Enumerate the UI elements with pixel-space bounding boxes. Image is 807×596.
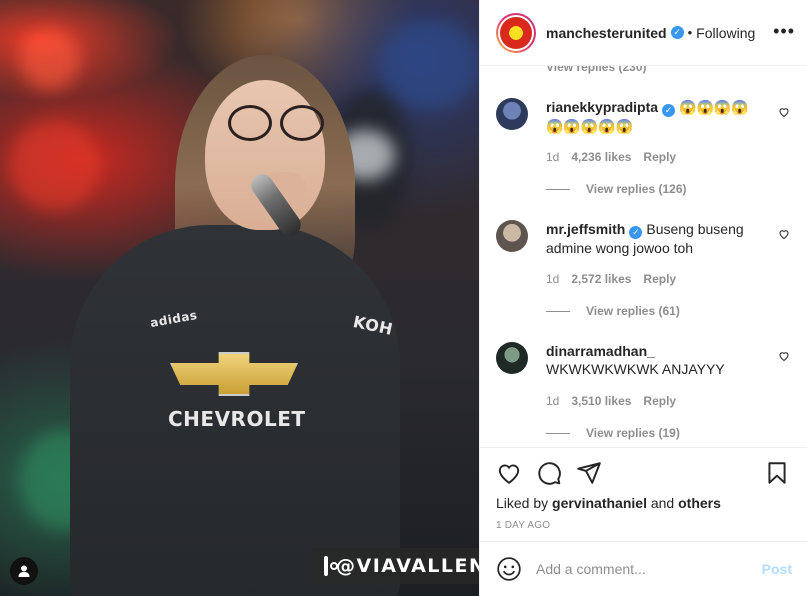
comment-age[interactable]: 1d (546, 272, 559, 286)
bokeh-light (380, 20, 479, 110)
commenter-avatar[interactable] (496, 220, 528, 252)
header-separator: • (687, 25, 693, 40)
liked-by-text: Liked by gervinathaniel and others (496, 495, 721, 511)
comment-meta: 1d 3,510 likes Reply (546, 394, 676, 408)
save-bookmark-icon[interactable] (764, 460, 790, 486)
view-replies-label: View replies (126) (586, 182, 687, 196)
comment-body: mr.jeffsmith ✓ Buseng buseng admine wong j… (546, 220, 766, 257)
comment-username[interactable]: dinarramadhan_ (546, 343, 655, 359)
like-heart-icon[interactable] (496, 460, 522, 486)
verified-badge-icon: ✓ (670, 26, 684, 39)
comment-likes[interactable]: 3,510 likes (571, 394, 631, 408)
post-timestamp[interactable]: 1 DAY AGO (496, 520, 550, 531)
emoji-icon[interactable] (496, 556, 522, 582)
shirt-sponsor-text: CHEVROLET (168, 407, 306, 431)
share-send-icon[interactable] (576, 460, 602, 486)
like-comment-heart-icon[interactable] (778, 106, 790, 118)
view-replies-button[interactable]: View replies (61) (546, 304, 680, 318)
view-replies-label: View replies (19) (586, 426, 680, 440)
instagram-icon (324, 556, 338, 576)
tagged-users-button[interactable] (10, 557, 38, 585)
add-comment-bar: Post (480, 541, 807, 596)
verified-badge-icon: ✓ (662, 104, 676, 117)
comment-item: mr.jeffsmith ✓ Buseng buseng admine wong j… (496, 220, 796, 330)
replies-divider (546, 188, 570, 190)
user-icon (18, 565, 30, 577)
bokeh-light (10, 120, 100, 210)
view-replies-button[interactable]: View replies (126) (546, 182, 687, 196)
reply-button[interactable]: Reply (643, 394, 676, 408)
reply-button[interactable]: Reply (643, 150, 676, 164)
bokeh-light (20, 30, 80, 90)
view-replies-partial[interactable]: View replies (230) (546, 66, 647, 74)
comment-likes[interactable]: 4,236 likes (571, 150, 631, 164)
comment-body: dinarramadhan_ WKWKWKWKWK ANJAYYY (546, 342, 766, 378)
comment-meta: 1d 4,236 likes Reply (546, 150, 676, 164)
post-sidebar: manchesterunited ✓ • Following ••• View … (479, 0, 807, 596)
comment-username[interactable]: rianekkypradipta (546, 99, 658, 115)
replies-divider (546, 310, 570, 312)
comment-bubble-icon[interactable] (536, 460, 562, 486)
liked-by-others[interactable]: others (678, 495, 721, 511)
more-options-icon[interactable]: ••• (773, 22, 795, 40)
post-actions: Liked by gervinathaniel and others 1 DAY… (480, 447, 807, 541)
profile-avatar[interactable] (496, 12, 536, 53)
header-username[interactable]: manchesterunited (546, 25, 667, 41)
avatar-inner (498, 14, 534, 51)
comment-meta: 1d 2,572 likes Reply (546, 272, 676, 286)
post-image[interactable]: CHEVROLET adidas KOH @VIAVALLEN (0, 0, 479, 596)
comment-input[interactable] (536, 561, 754, 577)
comment-age[interactable]: 1d (546, 394, 559, 408)
post-comment-button[interactable]: Post (762, 561, 792, 577)
liked-by-and: and (650, 495, 675, 511)
verified-badge-icon: ✓ (629, 226, 643, 239)
replies-divider (546, 432, 570, 434)
glasses-right (280, 105, 324, 141)
following-button[interactable]: Following (696, 25, 755, 41)
like-comment-heart-icon[interactable] (778, 228, 790, 240)
comment-age[interactable]: 1d (546, 150, 559, 164)
comment-username[interactable]: mr.jeffsmith (546, 221, 625, 237)
reply-button[interactable]: Reply (643, 272, 676, 286)
manchester-united-crest-icon (500, 16, 532, 49)
view-replies-label: View replies (61) (586, 304, 680, 318)
view-replies-button[interactable]: View replies (19) (546, 426, 680, 440)
liked-by-user[interactable]: gervinathaniel (552, 495, 647, 511)
liked-by-prefix: Liked by (496, 495, 549, 511)
post-header: manchesterunited ✓ • Following ••• (480, 0, 807, 66)
comment-body: rianekkypradipta ✓ 😱😱😱😱😱😱😱😱😱 (546, 98, 766, 135)
comments-list[interactable]: View replies (230) rianekkypradipta ✓ 😱😱😱😱… (480, 66, 807, 447)
commenter-avatar[interactable] (496, 342, 528, 374)
comment-item: dinarramadhan_ WKWKWKWKWK ANJAYYY 1d 3,5… (496, 342, 796, 447)
watermark: @VIAVALLEN (312, 548, 479, 584)
commenter-avatar[interactable] (496, 98, 528, 130)
watermark-text: @VIAVALLEN (336, 555, 479, 577)
comment-text: WKWKWKWKWK ANJAYYY (546, 361, 725, 377)
glasses-left (228, 105, 272, 141)
comment-item: rianekkypradipta ✓ 😱😱😱😱😱😱😱😱😱 1d 4,236 like… (496, 98, 796, 208)
like-comment-heart-icon[interactable] (778, 350, 790, 362)
action-icons (496, 460, 792, 486)
comment-likes[interactable]: 2,572 likes (571, 272, 631, 286)
